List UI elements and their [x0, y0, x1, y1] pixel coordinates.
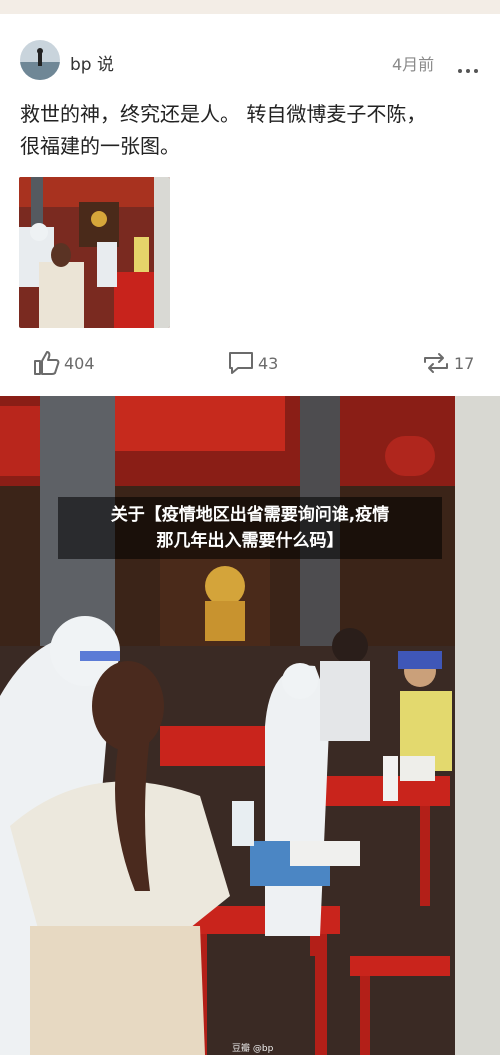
- post-text-line2: 很福建的一张图。: [20, 134, 180, 158]
- article-headline[interactable]: 关于【疫情地区出省需要询问谁,疫情 那几年出入需要什么码】: [58, 497, 442, 559]
- post-text: 救世的神，终究还是人。 转自微博麦子不陈， 很福建的一张图。: [20, 98, 480, 162]
- temple-photo: [0, 396, 500, 1055]
- more-icon[interactable]: [458, 58, 482, 73]
- post-image-thumbnail[interactable]: [19, 177, 170, 328]
- top-strip: [0, 0, 500, 14]
- repost-count: 17: [454, 353, 475, 373]
- author-name[interactable]: bp 说: [70, 50, 114, 75]
- like-count: 404: [64, 353, 95, 373]
- post-text-line1: 救世的神，终究还是人。 转自微博麦子不陈，: [20, 102, 427, 126]
- avatar[interactable]: [20, 40, 60, 80]
- repost-icon: [424, 353, 448, 373]
- comment-count: 43: [258, 353, 279, 373]
- like-button[interactable]: 404: [33, 350, 95, 376]
- headline-line1: 关于【疫情地区出省需要询问谁,疫情: [110, 505, 390, 525]
- comment-icon: [229, 352, 253, 374]
- like-icon: [34, 351, 60, 375]
- watermark: 豆瓣 @bp: [232, 1044, 274, 1054]
- repost-button[interactable]: 17: [421, 350, 474, 376]
- comment-button[interactable]: 43: [227, 350, 278, 376]
- headline-line2: 那几年出入需要什么码】: [156, 531, 344, 551]
- post-time: 4月前: [392, 55, 435, 74]
